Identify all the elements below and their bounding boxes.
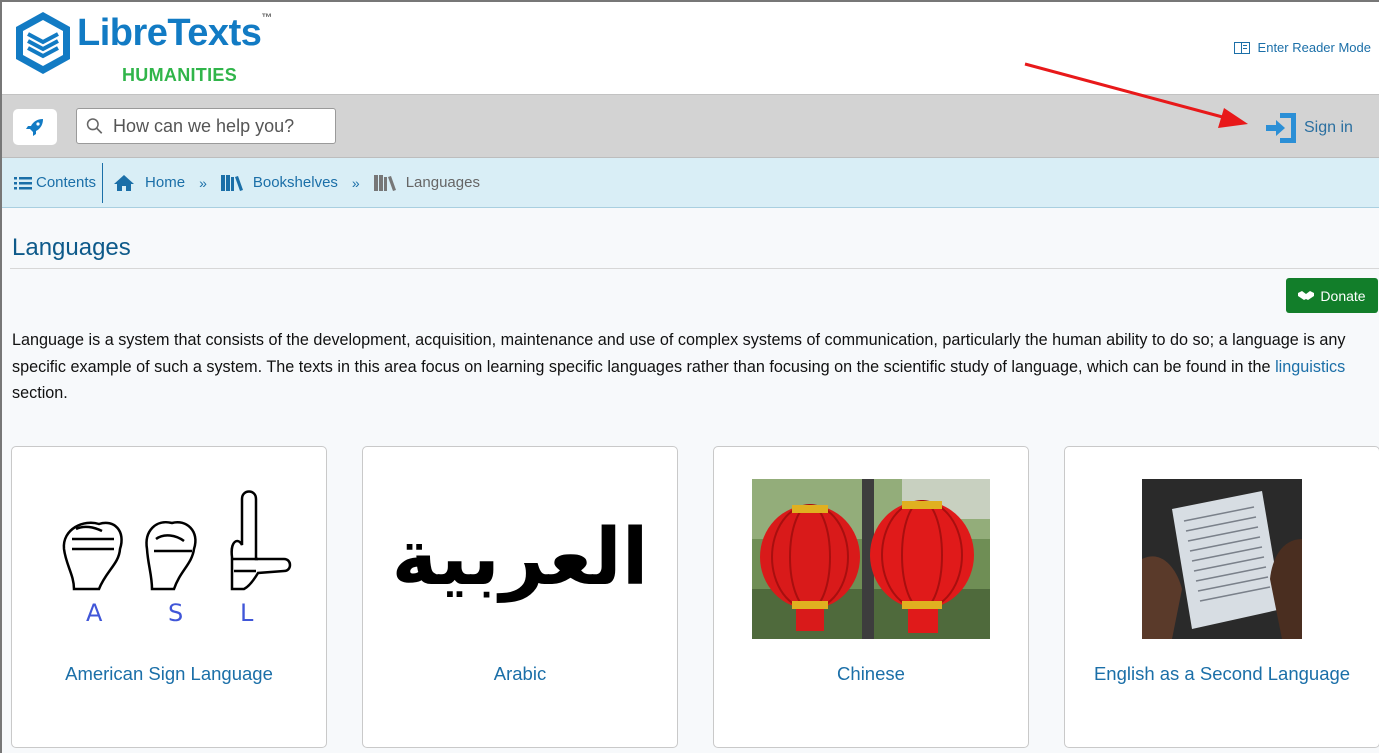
- libretexts-logo[interactable]: LibreTexts™ HUMANITIES: [14, 6, 284, 90]
- card-title[interactable]: Chinese: [714, 659, 1028, 689]
- card-image: [714, 479, 1028, 639]
- rocket-button[interactable]: [13, 109, 57, 145]
- search-field[interactable]: [76, 108, 336, 144]
- donate-handshake-icon: [1298, 291, 1315, 300]
- bookshelf-card-asl[interactable]: A S L American Sign Language: [11, 446, 327, 748]
- breadcrumb-separator: »: [199, 174, 207, 191]
- libretexts-logo-icon: [16, 12, 70, 74]
- card-image: A S L: [12, 479, 326, 639]
- search-icon: [86, 118, 103, 134]
- page-title: Languages: [12, 234, 131, 261]
- donate-button[interactable]: Donate: [1286, 278, 1378, 313]
- card-image: [1065, 479, 1379, 639]
- breadcrumb-languages-label: Languages: [405, 174, 480, 191]
- logo-subtitle: HUMANITIES: [122, 65, 237, 85]
- search-input[interactable]: [111, 114, 335, 138]
- breadcrumb-home[interactable]: Home: [113, 174, 185, 192]
- donate-label: Donate: [1320, 287, 1366, 304]
- breadcrumb-home-label: Home: [145, 174, 186, 191]
- contents-label: Contents: [36, 174, 97, 191]
- page-description: Language is a system that consists of th…: [12, 331, 1346, 402]
- bookshelf-icon: [373, 175, 396, 191]
- search-toolbar: Sign in: [0, 94, 1379, 158]
- title-divider: [10, 268, 1379, 269]
- sign-in-button[interactable]: Sign in: [1264, 111, 1353, 145]
- contents-toggle[interactable]: Contents: [0, 162, 104, 203]
- svg-text:العربية: العربية: [395, 513, 645, 603]
- reader-mode-label: Enter Reader Mode: [1257, 40, 1371, 55]
- breadcrumb: Contents Home » Bookshelves » Languages: [0, 158, 1379, 208]
- bookshelf-icon: [220, 175, 243, 191]
- card-title[interactable]: Arabic: [363, 659, 677, 689]
- sign-in-label: Sign in: [1304, 119, 1353, 136]
- bookshelf-card-esl[interactable]: English as a Second Language: [1064, 446, 1379, 748]
- reading-paper-image: [1142, 479, 1302, 639]
- logo-wordmark: LibreTexts™: [77, 12, 272, 54]
- breadcrumb-bookshelves-label: Bookshelves: [252, 174, 338, 191]
- breadcrumb-separator: »: [351, 174, 360, 191]
- bookshelf-card-arabic[interactable]: العربية Arabic: [362, 446, 678, 748]
- card-title[interactable]: English as a Second Language: [1065, 659, 1379, 689]
- asl-letter-a: A: [86, 599, 103, 627]
- site-header: LibreTexts™ HUMANITIES Enter Reader Mode: [0, 0, 1379, 94]
- breadcrumb-bookshelves[interactable]: Bookshelves: [220, 174, 338, 191]
- bookshelf-card-chinese[interactable]: Chinese: [713, 446, 1029, 748]
- list-icon: [14, 176, 32, 189]
- arabic-script-image: العربية: [395, 513, 645, 603]
- rocket-icon: [26, 119, 43, 136]
- asl-letter-s: S: [168, 599, 183, 627]
- asl-hands-image: A S L: [62, 490, 292, 627]
- breadcrumb-languages: Languages: [373, 174, 480, 191]
- sign-in-icon: [1266, 113, 1296, 143]
- home-icon: [114, 174, 135, 191]
- enter-reader-mode-link[interactable]: Enter Reader Mode: [1233, 40, 1371, 55]
- chinese-lanterns-image: [752, 479, 990, 639]
- reader-mode-icon: [1233, 41, 1250, 54]
- card-title[interactable]: American Sign Language: [12, 659, 326, 689]
- card-image: العربية: [363, 479, 677, 639]
- asl-letter-l: L: [240, 599, 254, 627]
- linguistics-link[interactable]: linguistics: [1275, 358, 1345, 376]
